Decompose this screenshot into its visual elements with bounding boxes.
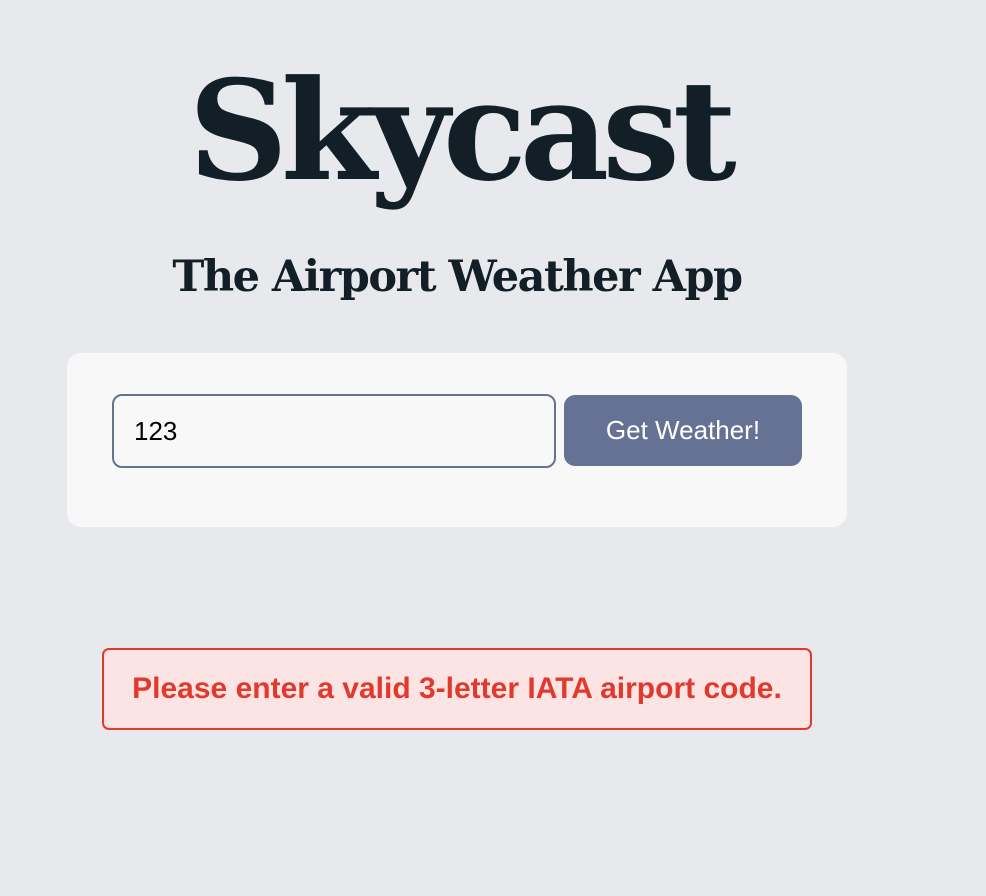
airport-code-input[interactable] [112,394,556,468]
search-card: Get Weather! [67,353,847,527]
error-message: Please enter a valid 3-letter IATA airpo… [132,672,782,705]
error-banner: Please enter a valid 3-letter IATA airpo… [102,648,812,730]
app-subtitle: The Airport Weather App [172,252,743,302]
get-weather-button[interactable]: Get Weather! [564,395,802,466]
app-title: Skycast [188,49,736,212]
